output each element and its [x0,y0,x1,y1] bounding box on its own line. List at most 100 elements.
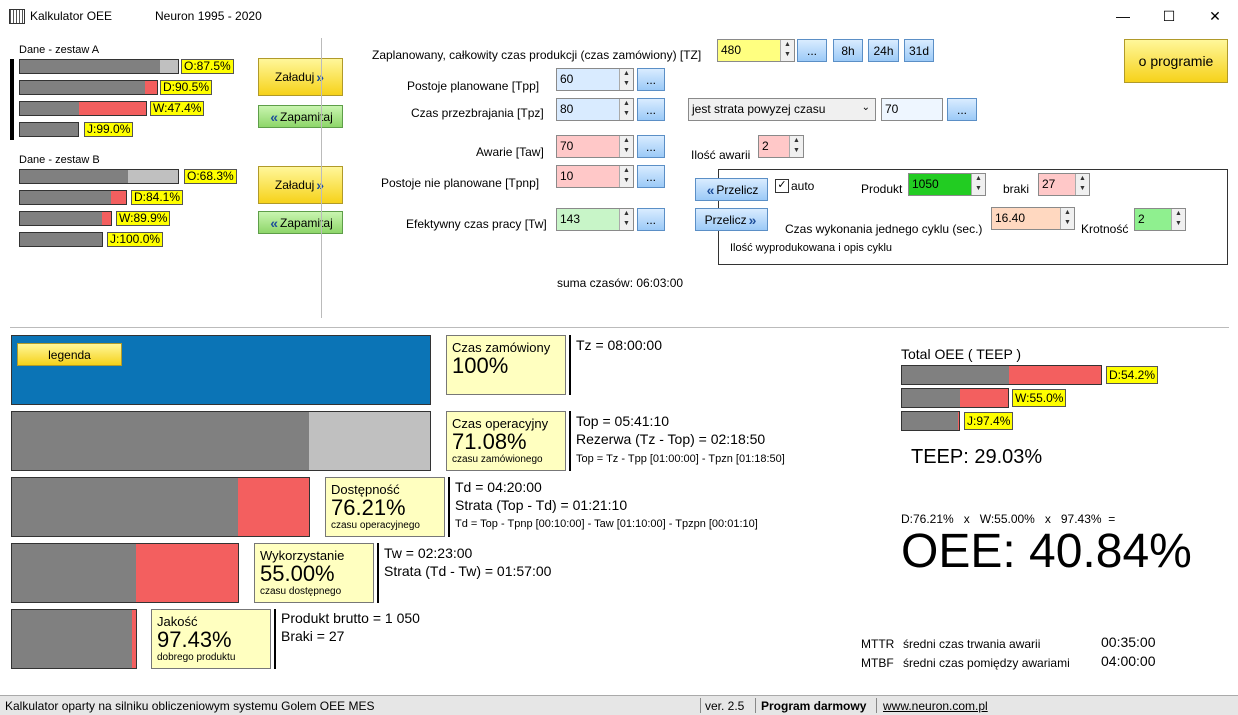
tz-value: 480 [721,43,742,57]
tpp-label: Postoje planowane [Tpp] [407,79,540,93]
vertical-divider [321,38,322,318]
tz-value-text: Tz = 08:00:00 [576,337,663,353]
recalc-left-button[interactable]: «Przelicz [695,178,768,201]
quality-caption: dobrego produktu [157,652,236,663]
set-a-bar-d [19,80,158,95]
threshold-value: 70 [885,102,899,116]
status-version: ver. 2.5 [705,699,745,713]
tz-spinner[interactable]: 480 ▲ ▼ [717,39,795,62]
set-b-bar-d [19,190,127,205]
time-sum: suma czasów: 06:03:00 [557,276,684,290]
failures-count-label: Ilość awarii [691,148,751,162]
tw-dots-button[interactable]: ... [637,208,665,231]
preset-31d-button[interactable]: 31d [904,39,934,62]
preset-8h-button[interactable]: 8h [833,39,863,62]
mtbf-label: MTBF [861,656,894,670]
product-value: 1050 [912,177,939,191]
teep-bar-w [901,388,1009,408]
tpp-spinner[interactable]: 60 ▲ ▼ [556,68,634,91]
preset-24h-button[interactable]: 24h [868,39,899,62]
utilization-caption: czasu dostępnego [260,586,342,597]
utilization-loss-text: Strata (Td - Tw) = 01:57:00 [384,563,552,579]
mttr-value: 00:35:00 [1101,634,1156,650]
recalc-right-button[interactable]: Przelicz» [695,208,768,231]
set-b-title: Dane - zestaw B [19,154,100,166]
teep-bar-d [901,365,1102,385]
recalc-left-label: Przelicz [716,182,759,197]
maximize-button[interactable]: ☐ [1146,0,1192,32]
set-a-save-button[interactable]: «Zapamitaj [258,105,343,128]
product-label: Produkt [861,182,903,196]
tpnp-spinner[interactable]: 10 ▲ ▼ [556,165,634,188]
tpz-spinner[interactable]: 80 ▲ ▼ [556,98,634,121]
legend-button[interactable]: legenda [17,343,122,366]
scrap-count-text: Braki = 27 [281,628,345,644]
reserve-text: Rezerwa (Tz - Top) = 02:18:50 [576,431,766,447]
ordered-time-percent: 100% [452,353,509,378]
tz-label: Zaplanowany, całkowity czas produkcji (c… [372,48,702,62]
close-button[interactable]: ✕ [1192,0,1238,32]
availability-percent: 76.21% [331,495,406,520]
mttr-label: MTTR [861,637,895,651]
loss-threshold-dropdown[interactable]: jest strata powyzej czasu ⌄ [688,98,876,121]
double-chevron-left-icon: « [706,181,715,198]
tpp-dots-button[interactable]: ... [637,68,665,91]
threshold-input[interactable]: 70 [881,98,943,121]
taw-label: Awarie [Taw] [476,145,544,159]
set-a-o-label: O:87.5% [181,59,234,74]
minimize-button[interactable]: — [1100,0,1146,32]
tpnp-dots-button[interactable]: ... [637,165,665,188]
set-a-load-label: Załaduj [274,70,315,84]
auto-checkbox[interactable]: ✓ [775,179,789,193]
top-value-text: Top = 05:41:10 [576,413,670,429]
tpnp-value: 10 [560,169,574,183]
taw-spinner[interactable]: 70 ▲ ▼ [556,135,634,158]
taw-value: 70 [560,139,574,153]
availability-box: Dostępność 76.21% czasu operacyjnego [325,477,445,537]
scrap-spinner[interactable]: 27 ▲ ▼ [1038,173,1090,196]
tpp-value: 60 [560,72,574,86]
scrap-label: braki [1003,182,1030,196]
tz-dots-button[interactable]: ... [797,39,827,62]
cycle-time-spinner[interactable]: 16.40 ▲ ▼ [991,207,1075,230]
td-formula-text: Td = Top - Tpnp [00:10:00] - Taw [01:10:… [455,518,758,530]
title-bar: Kalkulator OEE Neuron 1995 - 2020 — ☐ ✕ [0,0,1238,32]
failures-count-spinner[interactable]: 2 ▲ ▼ [758,135,804,158]
row-divider [274,609,276,669]
row-divider [569,335,571,395]
multiplicity-spinner[interactable]: 2 ▲ ▼ [1134,208,1186,231]
set-a-load-button[interactable]: Załaduj» [258,58,343,96]
tw-spinner[interactable]: 143 ▲ ▼ [556,208,634,231]
set-a-save-label: Zapamitaj [280,109,333,124]
window-subtitle: Neuron 1995 - 2020 [155,9,262,23]
product-spinner[interactable]: 1050 ▲ ▼ [908,173,986,196]
bar-availability [11,477,310,537]
set-a-title: Dane - zestaw A [19,44,100,56]
set-b-bar-o [19,169,179,184]
row-divider [448,477,450,537]
cycle-time-value: 16.40 [995,211,1026,225]
set-b-bar-j [19,232,103,247]
status-website-link[interactable]: www.neuron.com.pl [883,699,988,713]
set-b-load-button[interactable]: Załaduj» [258,166,343,204]
cycle-time-label: Czas wykonania jednego cyklu (sec.) [785,222,983,236]
operating-time-caption: czasu zamówionego [452,454,543,465]
bar-quality [11,609,137,669]
teep-j-label: J:97.4% [964,412,1014,430]
tw-label: Efektywny czas pracy [Tw] [406,217,547,231]
set-a-active-marker [10,59,14,140]
teep-w-label: W:55.0% [1012,389,1067,407]
set-b-save-button[interactable]: «Zapamitaj [258,211,343,234]
gross-product-text: Produkt brutto = 1 050 [281,610,420,626]
tpz-dots-button[interactable]: ... [637,98,665,121]
threshold-dots-button[interactable]: ... [947,98,977,121]
availability-caption: czasu operacyjnego [331,520,420,531]
taw-dots-button[interactable]: ... [637,135,665,158]
ordered-time-box: Czas zamówiony 100% [446,335,566,395]
bar-utilization [11,543,239,603]
operating-time-percent: 71.08% [452,429,527,454]
teep-title: Total OEE ( TEEP ) [901,346,1022,362]
double-chevron-right-icon: » [748,211,757,228]
about-button[interactable]: o programie [1124,39,1228,83]
td-value-text: Td = 04:20:00 [455,479,542,495]
